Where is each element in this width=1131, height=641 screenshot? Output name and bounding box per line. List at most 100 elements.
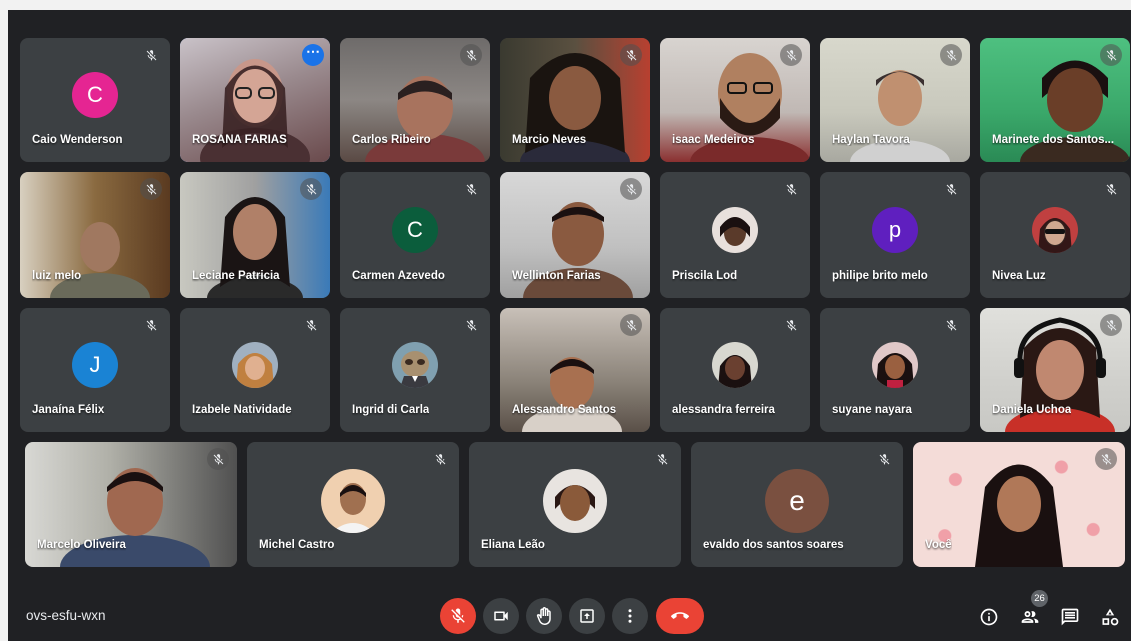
participant-avatar: C [72,72,118,118]
participant-name: Wellinton Farias [512,270,601,282]
participant-tile[interactable]: alessandra ferreira [660,308,810,432]
mic-off-icon [460,44,482,66]
people-icon [1021,611,1039,623]
participant-tile[interactable]: Leciane Patricia [180,172,330,298]
mic-off-icon [780,44,802,66]
participant-tile[interactable]: ⋯ ROSANA FARIAS [180,38,330,162]
participant-name: suyane nayara [832,404,912,416]
mic-off-icon [207,448,229,470]
mic-off-icon [1100,178,1122,200]
mic-off-icon [429,448,451,470]
mic-off-icon [451,608,465,623]
profile-photo [543,468,607,533]
participant-name: Marcelo Oliveira [37,539,126,551]
participant-name: ROSANA FARIAS [192,134,287,146]
participant-name: Daniela Uchoa [992,404,1072,416]
mic-off-icon [140,178,162,200]
more-options-button[interactable] [612,598,648,634]
hand-icon [536,607,551,625]
participant-name: Izabele Natividade [192,404,292,416]
profile-photo [232,342,278,388]
participant-name: Carmen Azevedo [352,270,445,282]
participant-name: Você [925,539,952,551]
mic-off-icon [1095,448,1117,470]
participant-name: Caio Wenderson [32,134,123,146]
participant-tile[interactable]: p philipe brito melo [820,172,970,298]
participant-name: Priscila Lod [672,270,738,282]
participant-count-badge: 26 [1031,590,1048,607]
participant-name: Leciane Patricia [192,270,280,282]
mic-off-icon [300,314,322,336]
leave-call-button[interactable] [656,598,704,634]
profile-photo [712,342,758,388]
participant-tile[interactable]: e evaldo dos santos soares [691,442,903,567]
mic-off-icon [620,178,642,200]
participant-name: Ingrid di Carla [352,404,430,416]
participant-tile[interactable]: Priscila Lod [660,172,810,298]
profile-photo [321,468,385,533]
participant-tile[interactable]: suyane nayara [820,308,970,432]
participant-name: luiz melo [32,270,82,282]
participant-tile[interactable]: luiz melo [20,172,170,298]
participant-name: alessandra ferreira [672,404,775,416]
mic-off-icon [940,178,962,200]
participant-tile[interactable]: Haylan Tavora [820,38,970,162]
mic-toggle-button[interactable] [440,598,476,634]
participant-tile[interactable]: Ingrid di Carla [340,308,490,432]
participant-tile[interactable]: C Carmen Azevedo [340,172,490,298]
participant-tile[interactable]: Carlos Ribeiro [340,38,490,162]
participant-name: Marcio Neves [512,134,587,146]
participant-name: Alessandro Santos [512,404,617,416]
participant-avatar: C [392,207,438,253]
mic-off-icon [620,314,642,336]
meeting-info-button[interactable] [977,605,1001,629]
participant-tile[interactable]: Alessandro Santos [500,308,650,432]
present-screen-button[interactable] [569,598,605,634]
participant-name: philipe brito melo [832,270,928,282]
mic-off-icon [780,178,802,200]
chat-icon [1061,608,1079,626]
participant-tile[interactable]: C Caio Wenderson [20,38,170,162]
camera-icon [494,611,508,621]
mic-off-icon [460,314,482,336]
participant-tile[interactable]: Marcio Neves [500,38,650,162]
participant-name: Eliana Leão [481,539,545,551]
mic-off-icon [620,44,642,66]
participant-tile[interactable]: Daniela Uchoa [980,308,1130,432]
mic-off-icon [651,448,673,470]
more-options-icon[interactable]: ⋯ [302,44,324,66]
participant-tile[interactable]: Wellinton Farias [500,172,650,298]
participant-tile[interactable]: isaac Medeiros [660,38,810,162]
participant-tile[interactable]: Michel Castro [247,442,459,567]
mic-off-icon [873,448,895,470]
end-call-icon [671,612,689,619]
mic-off-icon [300,178,322,200]
participant-tile[interactable]: Marinete dos Santos... [980,38,1130,162]
profile-photo [712,207,758,253]
meeting-window: C Caio Wenderson ⋯ ROSANA FARIAS Carlos … [8,10,1131,641]
raise-hand-button[interactable] [526,598,562,634]
activities-button[interactable] [1098,605,1122,629]
participants-button[interactable] [1018,605,1042,629]
info-icon [980,608,998,626]
participant-tile[interactable]: Izabele Natividade [180,308,330,432]
participant-tile[interactable]: Marcelo Oliveira [25,442,237,567]
participant-name: Carlos Ribeiro [352,134,431,146]
participant-name: Haylan Tavora [832,134,910,146]
participant-tile[interactable]: Você [913,442,1125,567]
participant-tile[interactable]: Nivea Luz [980,172,1130,298]
camera-toggle-button[interactable] [483,598,519,634]
participant-name: evaldo dos santos soares [703,539,844,551]
profile-photo [872,342,918,388]
participant-name: Janaína Félix [32,404,105,416]
mic-off-icon [140,314,162,336]
participant-name: Michel Castro [259,539,335,551]
mic-off-icon [140,44,162,66]
mic-off-icon [940,44,962,66]
participant-tile[interactable]: Eliana Leão [469,442,681,567]
chat-button[interactable] [1058,605,1082,629]
participant-name: Nivea Luz [992,270,1046,282]
meeting-code[interactable]: ovs-esfu-wxn [26,608,106,623]
participant-avatar: e [765,468,829,533]
participant-tile[interactable]: J Janaína Félix [20,308,170,432]
